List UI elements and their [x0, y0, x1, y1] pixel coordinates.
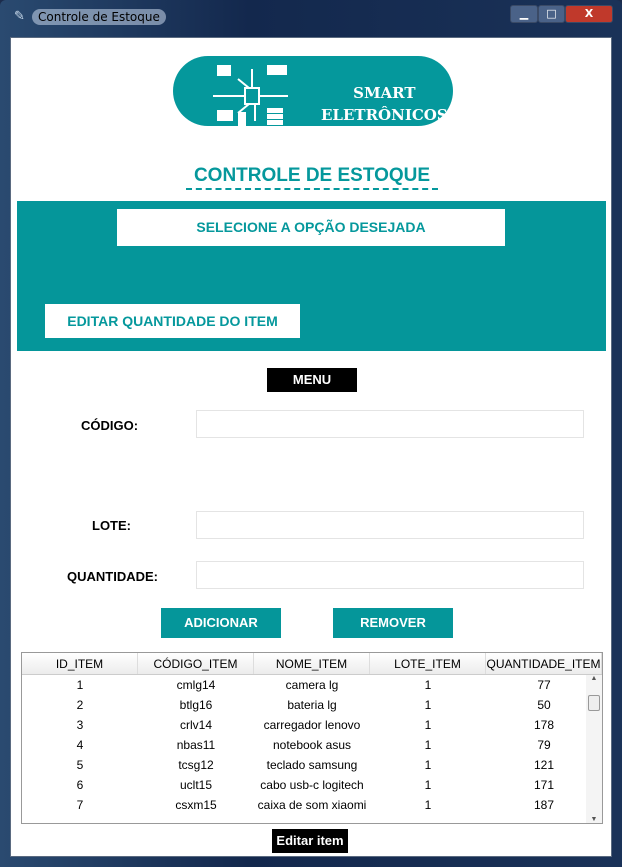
quantidade-label: QUANTIDADE: — [67, 569, 158, 584]
close-button[interactable]: X — [565, 5, 613, 23]
items-table: ID_ITEM CÓDIGO_ITEM NOME_ITEM LOTE_ITEM … — [21, 652, 603, 824]
lote-label: LOTE: — [92, 518, 131, 533]
table-row[interactable]: 2 btlg16 bateria lg 1 50 — [22, 695, 602, 715]
option-band: SELECIONE A OPÇÃO DESEJADA EDITAR QUANTI… — [17, 201, 606, 351]
scroll-down-icon[interactable]: ▼ — [586, 816, 602, 823]
table-row[interactable]: 5 tcsg12 teclado samsung 1 121 — [22, 755, 602, 775]
scroll-up-icon[interactable]: ▲ — [586, 675, 602, 682]
scroll-thumb[interactable] — [588, 695, 600, 711]
table-cell: 77 — [537, 678, 551, 692]
add-button[interactable]: ADICIONAR — [161, 608, 281, 638]
lote-input[interactable] — [196, 511, 584, 539]
table-cell: 2 — [76, 698, 84, 712]
table-scrollbar[interactable]: ▲ ▼ — [586, 675, 602, 823]
table-row[interactable]: 4 nbas11 notebook asus 1 79 — [22, 735, 602, 755]
logo-line2: ELETRÔNICOS — [321, 106, 448, 124]
table-cell: 5 — [76, 758, 84, 772]
table-cell: csxm15 — [175, 798, 217, 812]
table-cell: carregador lenovo — [263, 718, 361, 732]
circuit-icon — [213, 65, 288, 126]
quantidade-input[interactable] — [196, 561, 584, 589]
codigo-label: CÓDIGO: — [81, 418, 139, 433]
table-cell: 1 — [424, 718, 432, 732]
logo: SMART ELETRÔNICOS — [173, 56, 453, 126]
table-cell: crlv14 — [179, 718, 212, 732]
title-bar: ✎ Controle de Estoque ▁ □ X — [0, 0, 622, 34]
table-cell: 1 — [76, 678, 84, 692]
table-row[interactable]: 7 csxm15 caixa de som xiaomi 1 187 — [22, 795, 602, 815]
table-cell: btlg16 — [179, 698, 213, 712]
table-cell: notebook asus — [272, 738, 352, 752]
table-cell: cmlg14 — [176, 678, 216, 692]
table-cell: 6 — [76, 778, 84, 792]
maximize-button[interactable]: □ — [538, 5, 565, 23]
select-option-label: SELECIONE A OPÇÃO DESEJADA — [117, 209, 505, 246]
table-cell: 79 — [537, 738, 551, 752]
table-cell: uclt15 — [179, 778, 213, 792]
client-area: SMART ELETRÔNICOS CONTROLE DE ESTOQUE SEL… — [10, 37, 612, 857]
column-header[interactable]: QUANTIDADE_ITEM — [486, 653, 602, 674]
table-cell: 178 — [533, 718, 555, 732]
logo-line1: SMART — [353, 84, 416, 102]
column-header[interactable]: ID_ITEM — [22, 653, 138, 674]
table-row[interactable]: 6 uclt15 cabo usb-c logitech 1 171 — [22, 775, 602, 795]
column-header[interactable]: NOME_ITEM — [254, 653, 370, 674]
table-cell: 187 — [533, 798, 555, 812]
table-cell: 3 — [76, 718, 84, 732]
table-cell: 1 — [424, 698, 432, 712]
table-cell: caixa de som xiaomi — [257, 798, 367, 812]
page-title: CONTROLE DE ESTOQUE — [185, 165, 439, 190]
column-header[interactable]: LOTE_ITEM — [370, 653, 486, 674]
table-cell: tcsg12 — [178, 758, 214, 772]
table-cell: 171 — [533, 778, 555, 792]
app-window: ✎ Controle de Estoque ▁ □ X SMART ELETRÔN… — [0, 0, 622, 867]
table-cell: 4 — [76, 738, 84, 752]
table-cell: bateria lg — [287, 698, 337, 712]
table-cell: teclado samsung — [266, 758, 358, 772]
table-cell: 1 — [424, 678, 432, 692]
remove-button[interactable]: REMOVER — [333, 608, 453, 638]
table-cell: 121 — [533, 758, 555, 772]
table-cell: cabo usb-c logitech — [260, 778, 364, 792]
codigo-input[interactable] — [196, 410, 584, 438]
edit-quantity-button[interactable]: EDITAR QUANTIDADE DO ITEM — [45, 304, 300, 338]
column-header[interactable]: CÓDIGO_ITEM — [138, 653, 254, 674]
menu-button[interactable]: MENU — [267, 368, 357, 392]
edit-item-button[interactable]: Editar item — [272, 829, 348, 853]
table-row[interactable]: 3 crlv14 carregador lenovo 1 178 — [22, 715, 602, 735]
table-header: ID_ITEM CÓDIGO_ITEM NOME_ITEM LOTE_ITEM … — [22, 653, 602, 675]
table-cell: 1 — [424, 758, 432, 772]
table-cell: 1 — [424, 798, 432, 812]
table-cell: 7 — [76, 798, 84, 812]
table-row[interactable]: 1 cmlg14 camera lg 1 77 — [22, 675, 602, 695]
table-cell: 1 — [424, 738, 432, 752]
table-cell: nbas11 — [176, 738, 216, 752]
table-cell: camera lg — [285, 678, 339, 692]
minimize-button[interactable]: ▁ — [510, 5, 538, 23]
feather-icon: ✎ — [14, 9, 25, 24]
table-cell: 1 — [424, 778, 432, 792]
window-title: Controle de Estoque — [32, 9, 166, 25]
table-cell: 50 — [537, 698, 551, 712]
